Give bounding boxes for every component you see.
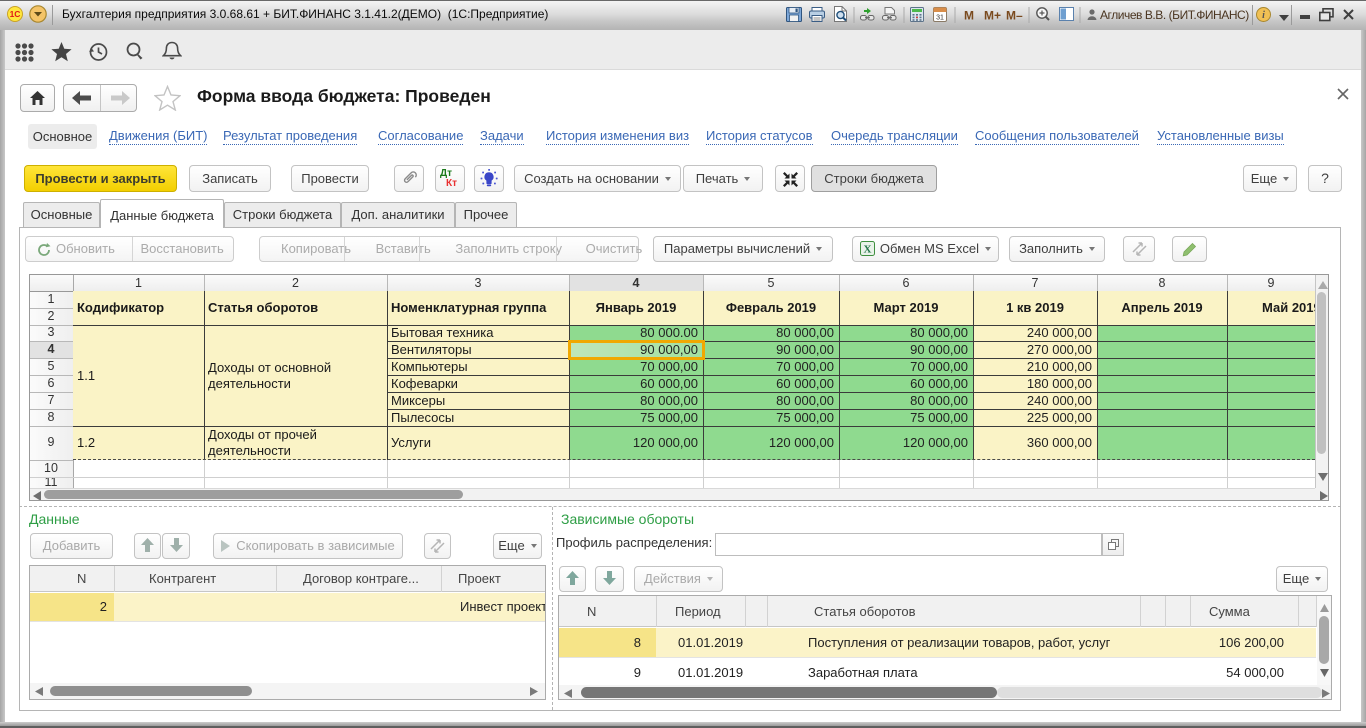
svg-text:M–: M– (1006, 9, 1023, 23)
svg-text:1С: 1С (10, 9, 21, 19)
svg-text:31: 31 (936, 15, 944, 22)
svg-text:X: X (863, 244, 871, 256)
svg-text:M+: M+ (984, 9, 1001, 23)
svg-text:i: i (1262, 10, 1265, 21)
svg-text:M: M (964, 9, 974, 23)
